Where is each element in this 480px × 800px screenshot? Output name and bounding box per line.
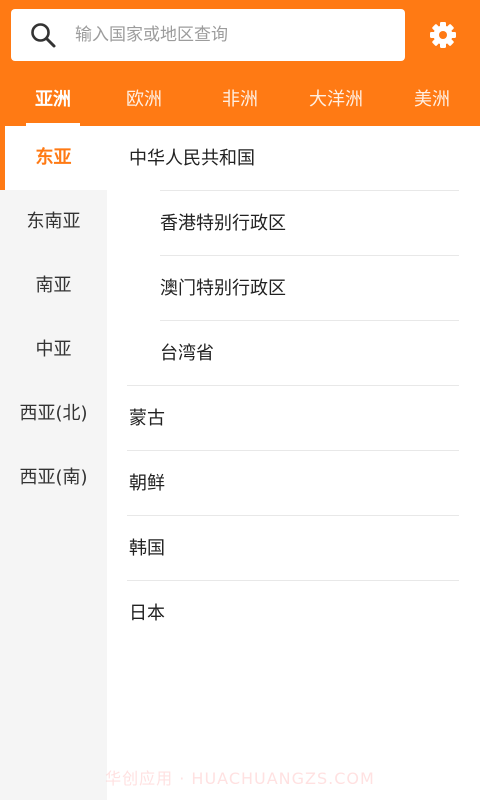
tab-europe[interactable]: 欧洲 — [117, 74, 171, 126]
search-box[interactable] — [11, 9, 405, 61]
country-list: 中华人民共和国 香港特别行政区 澳门特别行政区 台湾省 蒙古 朝鲜 韩国 日本 — [107, 126, 480, 800]
region-sidebar: 东亚 东南亚 南亚 中亚 西亚(北) 西亚(南) — [0, 126, 107, 800]
divider — [127, 515, 459, 516]
tab-asia[interactable]: 亚洲 — [26, 74, 80, 126]
list-item[interactable]: 韩国 — [129, 516, 165, 581]
search-input[interactable] — [75, 9, 385, 61]
tab-africa[interactable]: 非洲 — [213, 74, 267, 126]
list-item[interactable]: 香港特别行政区 — [160, 191, 286, 256]
gear-icon — [430, 22, 456, 48]
header-bar: 亚洲 欧洲 非洲 大洋洲 美洲 — [0, 0, 480, 126]
region-item-south-asia[interactable]: 南亚 — [0, 254, 107, 318]
continent-tabs: 亚洲 欧洲 非洲 大洋洲 美洲 — [0, 74, 480, 126]
region-item-west-asia-south[interactable]: 西亚(南) — [0, 446, 107, 510]
tab-americas[interactable]: 美洲 — [405, 74, 459, 126]
region-item-west-asia-north[interactable]: 西亚(北) — [0, 382, 107, 446]
list-item[interactable]: 日本 — [129, 581, 165, 646]
tab-oceania[interactable]: 大洋洲 — [301, 74, 371, 126]
divider — [127, 580, 459, 581]
divider — [127, 450, 459, 451]
list-item[interactable]: 中华人民共和国 — [129, 126, 255, 191]
region-item-east-asia[interactable]: 东亚 — [0, 126, 107, 190]
active-region-indicator — [0, 126, 5, 190]
list-item[interactable]: 蒙古 — [129, 386, 165, 451]
search-icon — [31, 23, 56, 48]
region-item-southeast-asia[interactable]: 东南亚 — [0, 190, 107, 254]
list-item[interactable]: 朝鲜 — [129, 451, 165, 516]
divider — [127, 385, 459, 386]
settings-button[interactable] — [424, 16, 462, 54]
list-item[interactable]: 台湾省 — [160, 321, 214, 386]
country-picker-screen: 亚洲 欧洲 非洲 大洋洲 美洲 东亚 东南亚 南亚 中亚 西亚(北) 西亚(南)… — [0, 0, 480, 800]
region-item-central-asia[interactable]: 中亚 — [0, 318, 107, 382]
list-item[interactable]: 澳门特别行政区 — [160, 256, 286, 321]
